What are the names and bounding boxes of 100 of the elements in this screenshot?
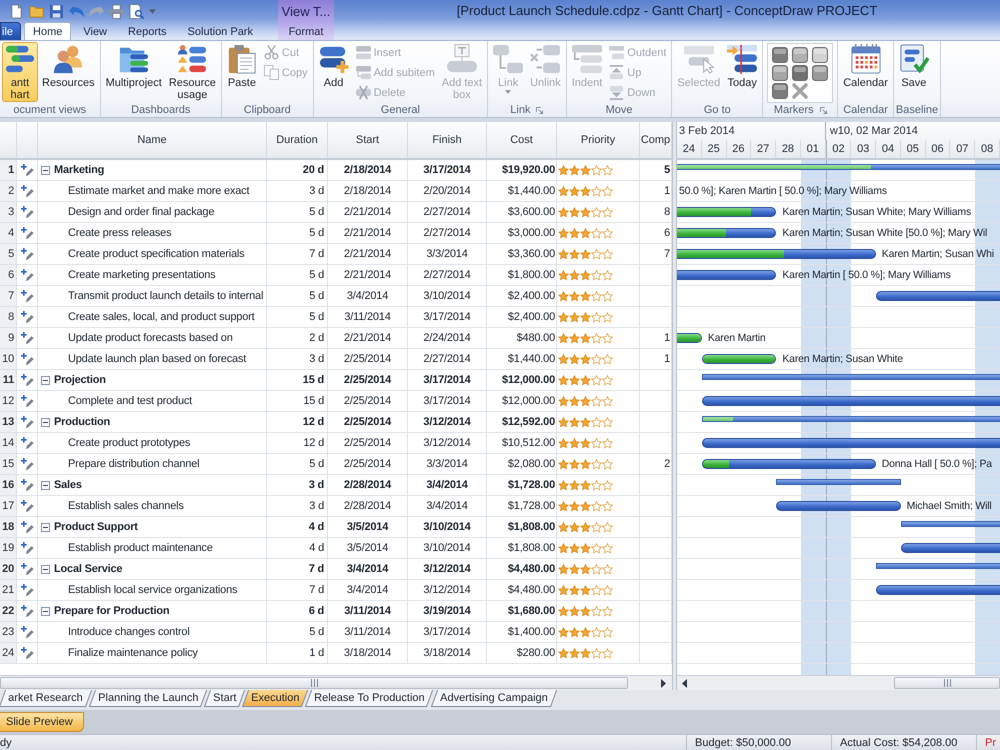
- scrollbar-thumb[interactable]: [894, 677, 1000, 689]
- marker-icon[interactable]: [812, 65, 828, 81]
- plus-pen-icon[interactable]: [20, 226, 34, 240]
- resource-usage-button[interactable]: Resource usage: [166, 42, 219, 102]
- plus-pen-icon[interactable]: [20, 500, 34, 512]
- paste-button[interactable]: Paste: [224, 42, 260, 90]
- new-document-icon[interactable]: [9, 4, 24, 18]
- add-button[interactable]: Add: [316, 42, 352, 90]
- star-outline-icon: [602, 270, 613, 280]
- plus-pen-icon[interactable]: [20, 352, 34, 366]
- plus-pen-icon[interactable]: [20, 374, 34, 386]
- marker-icon[interactable]: [772, 47, 788, 63]
- horizontal-scrollbar[interactable]: [0, 675, 672, 690]
- task-bar[interactable]: [677, 249, 876, 259]
- file-menu-tab[interactable]: ile: [0, 22, 22, 40]
- scrollbar-thumb[interactable]: [0, 677, 628, 689]
- task-bar[interactable]: [677, 228, 776, 238]
- column-header[interactable]: Finish: [408, 122, 487, 158]
- marker-icon[interactable]: [792, 65, 808, 81]
- collapse-icon[interactable]: [41, 166, 50, 174]
- resources-button[interactable]: Resources: [39, 42, 98, 90]
- sheet-tab[interactable]: Planning the Launch: [88, 690, 207, 707]
- ribbon-tab[interactable]: View: [74, 22, 116, 40]
- plus-pen-icon[interactable]: [20, 436, 34, 450]
- summary-bar[interactable]: [677, 164, 1000, 170]
- marker-icon[interactable]: [772, 65, 788, 81]
- task-bar[interactable]: [702, 459, 876, 469]
- multiproject-button[interactable]: Multiproject: [102, 42, 165, 90]
- plus-pen-icon[interactable]: [20, 520, 34, 534]
- collapse-icon[interactable]: [41, 522, 50, 532]
- collapse-icon[interactable]: [41, 564, 50, 574]
- arrow-left-icon[interactable]: [682, 678, 687, 688]
- plus-pen-icon[interactable]: [20, 332, 34, 344]
- ribbon-tab[interactable]: Solution Park: [178, 22, 262, 40]
- star-outline-icon: [591, 354, 602, 364]
- sheet-tab[interactable]: Execution: [242, 690, 309, 707]
- plus-pen-icon[interactable]: [20, 626, 34, 638]
- save-icon[interactable]: [49, 4, 64, 18]
- gantt-chart-button[interactable]: antt hart: [2, 42, 38, 102]
- print-preview-icon[interactable]: [129, 4, 144, 18]
- summary-bar[interactable]: [702, 416, 1000, 422]
- plus-pen-icon[interactable]: [20, 562, 34, 576]
- plus-pen-icon[interactable]: [20, 478, 34, 492]
- task-bar[interactable]: [677, 207, 776, 217]
- star-icon: [558, 438, 569, 448]
- plus-pen-icon[interactable]: [20, 584, 34, 596]
- sheet-tab[interactable]: Start: [204, 690, 246, 707]
- cost-cell: $4,480.00: [487, 580, 557, 600]
- ribbon-tab[interactable]: Reports: [119, 22, 176, 40]
- plus-pen-icon[interactable]: [20, 206, 34, 218]
- column-header[interactable]: Duration: [267, 122, 328, 158]
- duration-cell: 7 d: [267, 244, 328, 264]
- column-header[interactable]: Cost: [487, 122, 557, 158]
- plus-pen-icon[interactable]: [20, 646, 34, 660]
- finish-date-cell: 3/18/2014: [408, 643, 487, 663]
- collapse-icon[interactable]: [41, 480, 50, 490]
- task-name: Design and order final package: [68, 206, 214, 218]
- plus-pen-icon[interactable]: [20, 290, 34, 302]
- plus-pen-icon[interactable]: [20, 164, 34, 176]
- save-baseline-button[interactable]: Save: [896, 42, 932, 90]
- task-name: Update product forecasts based on: [68, 332, 233, 344]
- plus-pen-icon[interactable]: [20, 184, 34, 198]
- sub-bar-icon: [356, 65, 371, 80]
- today-button[interactable]: Today: [724, 42, 760, 90]
- plus-pen-icon[interactable]: [20, 310, 34, 324]
- arrow-right-icon[interactable]: [661, 678, 666, 688]
- clear-marker-icon[interactable]: [792, 83, 808, 99]
- column-header[interactable]: Name: [38, 122, 267, 158]
- day-label: 06: [926, 140, 950, 158]
- plus-pen-icon[interactable]: [20, 542, 34, 554]
- star-icon: [558, 206, 569, 218]
- collapse-icon[interactable]: [41, 376, 50, 384]
- column-header[interactable]: Priority: [557, 122, 640, 158]
- panel-tab[interactable]: Slide Preview: [0, 712, 84, 732]
- plus-pen-icon[interactable]: [20, 248, 34, 260]
- ribbon-tab[interactable]: Home: [24, 22, 72, 40]
- dialog-launcher-icon[interactable]: [536, 106, 544, 114]
- plus-pen-icon[interactable]: [20, 458, 34, 470]
- print-icon[interactable]: [109, 4, 124, 18]
- marker-icon[interactable]: [772, 83, 788, 99]
- ribbon-tab[interactable]: Format: [280, 22, 332, 40]
- sheet-tab[interactable]: Release To Production: [305, 690, 434, 707]
- sheet-tab[interactable]: arket Research: [0, 690, 92, 707]
- dialog-launcher-icon[interactable]: [820, 106, 827, 114]
- start-date-cell: 3/5/2014: [328, 517, 408, 537]
- plus-pen-icon[interactable]: [20, 416, 34, 428]
- resource-names: Karen Martin; Susan White [50.0 %]; Mary Wil: [782, 226, 988, 241]
- start-date-cell: 2/21/2014: [328, 328, 408, 348]
- plus-pen-icon[interactable]: [20, 604, 34, 618]
- marker-icon[interactable]: [812, 47, 828, 63]
- plus-pen-icon[interactable]: [20, 268, 34, 282]
- sheet-tab[interactable]: Advertising Campaign: [430, 690, 557, 707]
- calendar-button[interactable]: Calendar: [840, 42, 891, 90]
- collapse-icon[interactable]: [41, 418, 50, 426]
- row-number: 12: [0, 391, 17, 411]
- collapse-icon[interactable]: [41, 606, 50, 616]
- column-header[interactable]: Start: [328, 122, 408, 158]
- marker-icon[interactable]: [792, 47, 808, 63]
- horizontal-scrollbar[interactable]: [677, 675, 1000, 690]
- plus-pen-icon[interactable]: [20, 394, 34, 408]
